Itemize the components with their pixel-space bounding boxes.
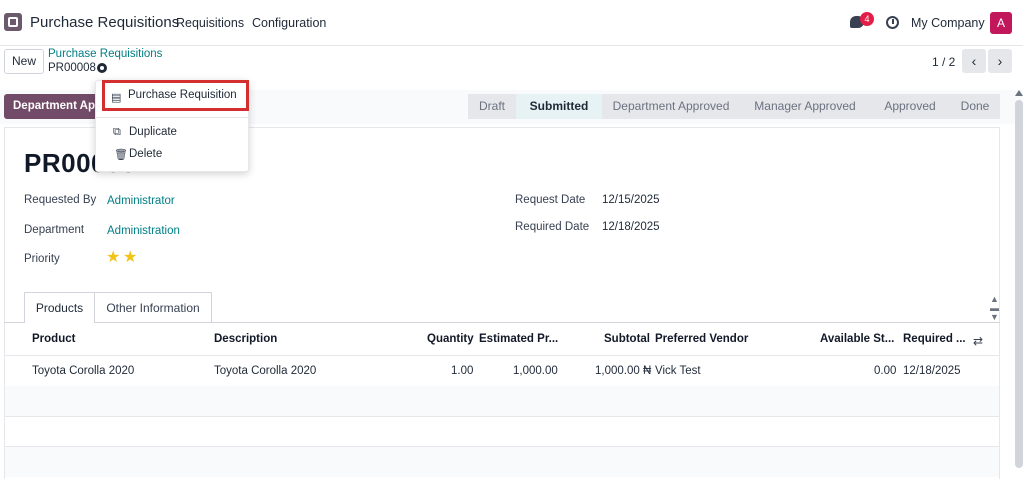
required-date-label: Required Date [515,221,590,233]
priority-star-icon[interactable]: ★ [123,250,137,266]
trash-icon: 🗑 [114,149,128,161]
stage-approved[interactable]: Approved [870,94,950,119]
scroll-up-icon[interactable] [1015,90,1023,96]
column-header-subtotal[interactable]: Subtotal [604,333,650,345]
column-header-description[interactable]: Description [214,333,277,345]
activity-clock-icon[interactable] [886,16,899,29]
pager-previous-button[interactable]: ‹ [962,49,986,73]
column-header-estimated-price[interactable]: Estimated Pr... [479,333,558,345]
status-bar: Draft Submitted Department Approved Mana… [468,94,1000,119]
pager-value[interactable]: 1 / 2 [932,55,955,69]
optional-columns-toggle-icon[interactable]: ⇄ [973,334,983,348]
stage-draft[interactable]: Draft [468,94,516,119]
row-sort-arrows-icon[interactable]: ▲ ▬ ▼ [990,295,999,322]
column-header-required-date[interactable]: Required ... [903,333,966,345]
table-cell-required-date[interactable]: 12/18/2025 [903,365,961,377]
tab-other-information[interactable]: Other Information [95,292,212,323]
dropdown-divider [96,117,248,118]
column-header-quantity[interactable]: Quantity [427,333,474,345]
stage-manager-approved[interactable]: Manager Approved [740,94,870,119]
new-button[interactable]: New [4,49,44,74]
table-cell-product[interactable]: Toyota Corolla 2020 [32,365,134,377]
tab-products[interactable]: Products [24,292,95,323]
tab-divider [4,322,1000,323]
printer-icon: ▤ [111,92,122,104]
department-field[interactable]: Administration [107,225,180,237]
chevron-left-icon: ‹ [971,53,977,69]
company-switcher[interactable]: My Company [911,16,985,30]
page-scrollbar[interactable] [1015,100,1023,468]
duplicate-item[interactable]: Duplicate [129,126,177,138]
department-label: Department [24,224,85,236]
table-cell-description[interactable]: Toyota Corolla 2020 [214,365,316,377]
column-header-preferred-vendor[interactable]: Preferred Vendor [655,333,748,345]
breadcrumb-record-name: PR00008 [48,62,96,74]
required-date-field[interactable]: 12/18/2025 [602,221,660,233]
table-cell-subtotal[interactable]: 1,000.00 ₦ [595,365,651,377]
menu-requisitions[interactable]: Requisitions [176,16,244,30]
column-header-available-stock[interactable]: Available St... [820,333,894,345]
request-date-field[interactable]: 12/15/2025 [602,194,660,206]
stage-done[interactable]: Done [950,94,1000,119]
table-cell-preferred-vendor[interactable]: Vick Test [655,365,701,377]
app-logo-icon[interactable] [4,13,22,31]
notification-badge: 4 [860,12,874,26]
table-cell-estimated-price[interactable]: 1,000.00 [513,365,558,377]
chevron-right-icon: › [997,53,1003,69]
app-title[interactable]: Purchase Requisitions [30,14,179,31]
table-row [5,447,999,477]
gear-icon[interactable] [97,63,107,73]
breadcrumb-link[interactable]: Purchase Requisitions [48,48,162,60]
requested-by-field[interactable]: Administrator [107,195,175,207]
requested-by-label: Requested By [24,194,97,206]
menu-configuration[interactable]: Configuration [252,16,326,30]
request-date-label: Request Date [515,194,586,206]
delete-item[interactable]: Delete [129,148,162,160]
table-cell-available-stock[interactable]: 0.00 [874,365,896,377]
stage-department-approved[interactable]: Department Approved [602,94,740,119]
top-navbar: Purchase Requisitions Requisitions Confi… [0,0,1023,46]
priority-star-icon[interactable]: ★ [106,250,120,266]
copy-icon: ⧉ [113,126,121,138]
column-header-product[interactable]: Product [32,333,75,345]
table-row [5,386,999,416]
print-purchase-requisition-item[interactable]: Purchase Requisition [102,80,249,111]
user-avatar[interactable]: A [990,12,1012,34]
stage-submitted[interactable]: Submitted [516,94,602,119]
priority-label: Priority [24,253,60,265]
pager-next-button[interactable]: › [988,49,1012,73]
table-cell-quantity[interactable]: 1.00 [451,365,473,377]
